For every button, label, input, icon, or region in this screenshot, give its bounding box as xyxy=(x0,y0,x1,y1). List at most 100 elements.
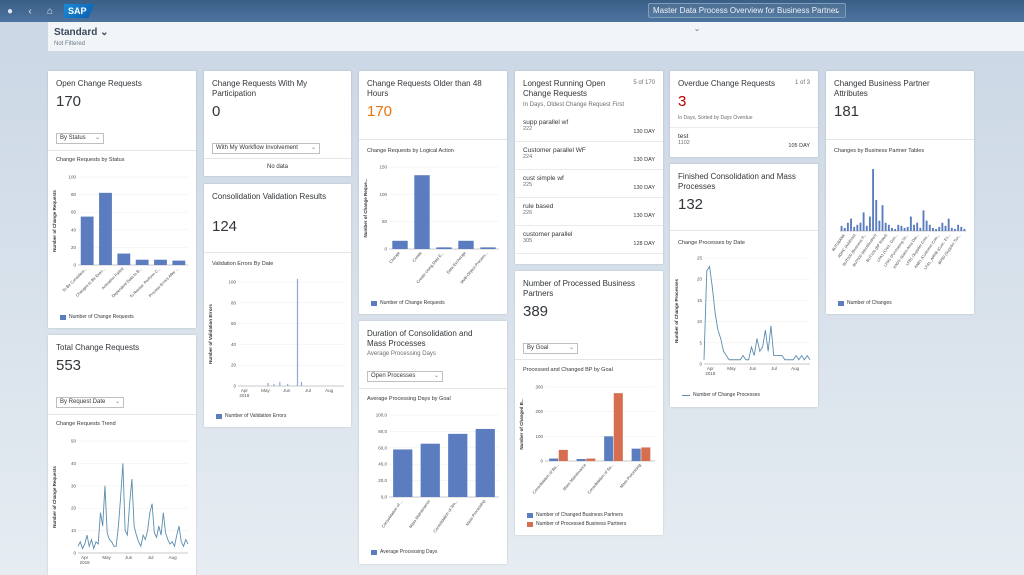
list-item[interactable]: test 1102 105 DAY xyxy=(678,133,810,149)
y-axis-label: Number of Change Requests xyxy=(52,190,57,252)
list-divider xyxy=(515,169,663,170)
y-axis-label: Number of Change Requests xyxy=(52,466,57,528)
bar xyxy=(641,447,651,461)
status-select[interactable]: By Status ⌄ xyxy=(56,133,104,144)
sap-logo[interactable]: SAP xyxy=(64,4,95,18)
card-my-participation[interactable]: Change Requests With My Participation 0 … xyxy=(204,71,351,176)
bar xyxy=(300,381,303,386)
bar xyxy=(963,228,966,231)
card-consolidation-validation[interactable]: Consolidation Validation Results 124 Val… xyxy=(204,184,351,427)
bar xyxy=(913,224,915,231)
collapse-header-icon[interactable]: ⌄ xyxy=(688,25,706,34)
y-axis-label: Number of Changed B... xyxy=(519,398,524,449)
status-bar-chart: 020406080100Number of Change RequestsTo … xyxy=(52,175,188,299)
list-item[interactable]: supp parallel wf 222 130 DAY xyxy=(523,119,655,135)
bar xyxy=(840,225,843,231)
list-divider xyxy=(515,141,663,142)
card-overdue[interactable]: Overdue Change Requests 1 of 3 3 In Days… xyxy=(670,71,818,157)
chevron-down-icon: ⌄ xyxy=(100,27,109,38)
x-tick-label: Data Exchange xyxy=(445,250,467,275)
card-finished-processes[interactable]: Finished Consolidation and Mass Processe… xyxy=(670,164,818,407)
user-icon[interactable]: ● xyxy=(0,6,20,17)
list-item[interactable]: rule based 226 130 DAY xyxy=(523,203,655,219)
bar xyxy=(859,222,862,231)
item-name: Customer parallel WF xyxy=(523,147,586,154)
chart-legend: Number of Changes xyxy=(838,300,892,306)
bar xyxy=(586,458,596,461)
card-processed-bp[interactable]: Number of Processed Business Partners 38… xyxy=(515,271,663,535)
kpi-value: 3 xyxy=(678,93,687,110)
kpi-value: 0 xyxy=(212,103,221,120)
chart-title: Change Requests Trend xyxy=(56,421,116,427)
card-title: Total Change Requests xyxy=(56,343,140,352)
bar xyxy=(878,220,881,231)
bar xyxy=(613,393,623,461)
x-tick-label: 2018 xyxy=(705,371,716,376)
y-tick-label: 100 xyxy=(228,280,236,285)
bar xyxy=(954,228,956,231)
card-total-change-requests[interactable]: Total Change Requests 553 By Request Dat… xyxy=(48,335,196,575)
item-days: 130 DAY xyxy=(633,185,655,191)
bar xyxy=(135,259,149,265)
bar xyxy=(909,216,912,231)
item-days: 130 DAY xyxy=(633,213,655,219)
card-open-change-requests[interactable]: Open Change Requests 170 By Status ⌄ Chan… xyxy=(48,71,196,328)
chart-title: Changes by Business Partner Tables xyxy=(834,148,925,154)
bar xyxy=(392,240,408,249)
list-item[interactable]: customer parallel 305 128 DAY xyxy=(523,231,655,247)
item-name: cust simple wf xyxy=(523,175,564,182)
card-changed-bp-attributes[interactable]: Changed Business Partner Attributes 181 … xyxy=(826,71,974,314)
variant-selector[interactable]: Standard ⌄ xyxy=(54,27,109,38)
request-date-select[interactable]: By Request Date ⌄ xyxy=(56,397,124,408)
empty-state: No data xyxy=(266,164,288,170)
card-title: Changed Business Partner Attributes xyxy=(834,79,930,98)
card-older-48-hours[interactable]: Change Requests Older than 48 Hours 170 … xyxy=(359,71,507,314)
bar xyxy=(960,226,963,231)
bar xyxy=(117,253,131,265)
y-tick-label: 0,0 xyxy=(381,495,388,500)
chart-legend: Number of Change Requests xyxy=(60,314,134,320)
y-tick-label: 300 xyxy=(535,385,543,390)
app-title-menu[interactable]: Master Data Process Overview for Busines… xyxy=(648,3,846,18)
card-longest-running[interactable]: Longest Running Open Change Requests 5 o… xyxy=(515,71,663,264)
list-item[interactable]: cust simple wf 225 130 DAY xyxy=(523,175,655,191)
x-tick-label: Aug xyxy=(325,388,334,393)
x-tick-label: 2018 xyxy=(239,393,250,398)
bar xyxy=(80,216,94,265)
card-title: Longest Running Open Change Requests xyxy=(523,79,606,98)
bar xyxy=(480,247,496,249)
bar xyxy=(850,218,852,231)
bp-tables-chart: BUT0BANKADRC (Address)BUT000 (Business P… xyxy=(831,169,966,270)
bar xyxy=(846,222,849,231)
kpi-value: 170 xyxy=(367,103,393,120)
x-tick-label: Aug xyxy=(791,366,800,371)
x-tick-label: Mass Processing xyxy=(619,462,642,489)
list-item[interactable]: Customer parallel WF 224 130 DAY xyxy=(523,147,655,163)
y-tick-label: 80,0 xyxy=(378,429,387,434)
bar xyxy=(843,227,846,231)
chevron-down-icon: ⌄ xyxy=(114,399,120,405)
x-tick-label: Mass Maintenance xyxy=(408,498,432,529)
home-icon[interactable]: ⌂ xyxy=(40,6,60,17)
bar xyxy=(414,175,430,249)
workflow-select[interactable]: With My Workflow Involvement ⌄ xyxy=(212,143,320,154)
bar xyxy=(935,228,938,231)
back-icon[interactable]: ‹ xyxy=(20,6,40,17)
processes-select[interactable]: Open Processes ⌄ xyxy=(367,371,443,382)
change-processes-chart: 0510152025Number of Change ProcessesApr2… xyxy=(674,256,811,376)
chevron-down-icon: ⌄ xyxy=(834,6,841,15)
bar xyxy=(475,428,495,497)
y-tick-label: 10 xyxy=(71,528,77,533)
trend-line-chart: 01020304050Number of Change RequestsApr2… xyxy=(52,439,189,565)
bar xyxy=(296,278,299,386)
y-tick-label: 0 xyxy=(233,384,236,389)
item-name: supp parallel wf xyxy=(523,119,569,126)
goal-select[interactable]: By Goal ⌄ xyxy=(523,343,578,354)
x-tick-label: Aug xyxy=(169,555,178,560)
x-tick-label: Jun xyxy=(749,366,757,371)
x-tick-label: Mass Maintenance xyxy=(562,462,588,492)
y-tick-label: 100 xyxy=(379,192,387,197)
processing-days-chart: 0,0 20,0 40,0 60,0 80,0 100,0 Consolidation of… xyxy=(376,413,499,534)
series-line xyxy=(77,463,189,551)
card-duration[interactable]: Duration of Consolidation and Mass Proce… xyxy=(359,321,507,564)
